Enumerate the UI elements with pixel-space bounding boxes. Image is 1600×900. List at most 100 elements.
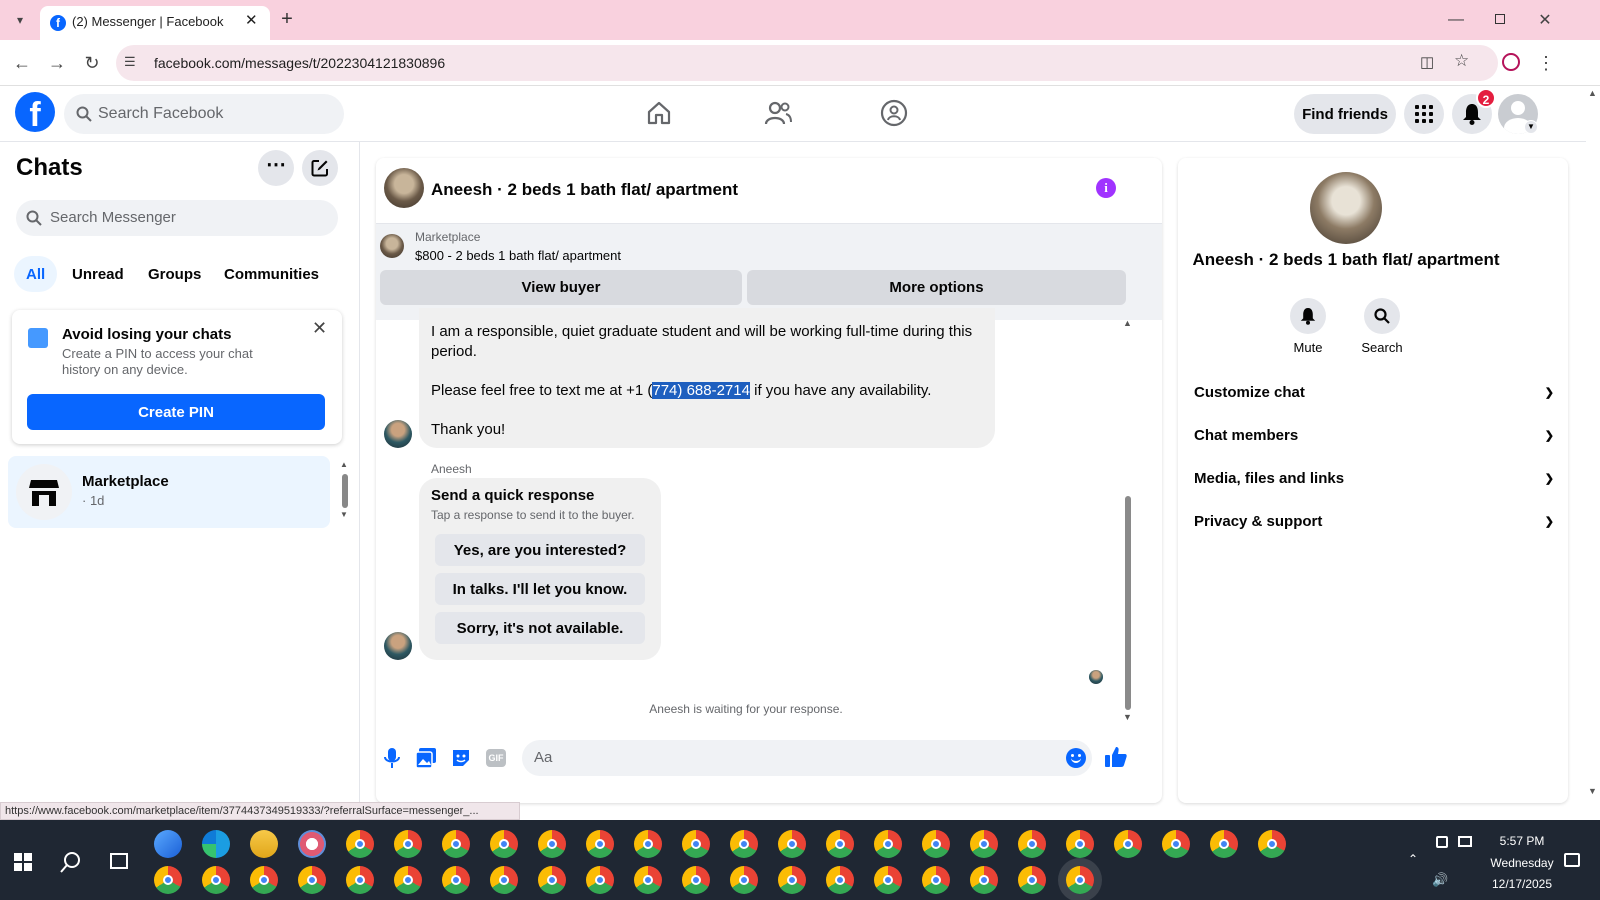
- reload-icon[interactable]: ↻: [80, 51, 104, 75]
- conversation-title[interactable]: Aneesh · 2 beds 1 bath flat/ apartment: [431, 180, 738, 200]
- emoji-icon[interactable]: [1066, 748, 1086, 768]
- chrome-icon[interactable]: [682, 830, 710, 858]
- meet-now-icon[interactable]: [1436, 836, 1448, 848]
- filter-all[interactable]: All: [14, 256, 58, 292]
- chrome-icon[interactable]: [826, 866, 854, 894]
- messenger-search-input[interactable]: Search Messenger: [16, 200, 338, 236]
- install-app-icon[interactable]: ◫: [1420, 53, 1434, 71]
- media-files-links-section[interactable]: Media, files and links ❯: [1194, 458, 1554, 498]
- mute-action[interactable]: Mute: [1286, 298, 1330, 358]
- chrome-icon[interactable]: [586, 866, 614, 894]
- chrome-icon[interactable]: [874, 830, 902, 858]
- chrome-icon[interactable]: [1114, 830, 1142, 858]
- chat-options-button[interactable]: ⋯: [258, 150, 294, 186]
- new-tab-icon[interactable]: +: [276, 8, 298, 30]
- filter-groups[interactable]: Groups: [136, 256, 213, 292]
- chrome-icon[interactable]: [634, 866, 662, 894]
- edge-icon[interactable]: [202, 830, 230, 858]
- microphone-icon[interactable]: [384, 748, 400, 768]
- chat-members-section[interactable]: Chat members ❯: [1194, 415, 1554, 455]
- volume-icon[interactable]: 🔊: [1432, 872, 1448, 888]
- mute-button[interactable]: [1290, 298, 1326, 334]
- search-action[interactable]: Search: [1356, 298, 1408, 358]
- notifications-button[interactable]: 2: [1452, 88, 1496, 134]
- chrome-icon[interactable]: [1018, 830, 1046, 858]
- clock-date[interactable]: 12/17/2025: [1482, 877, 1562, 891]
- task-view-icon[interactable]: [110, 853, 128, 869]
- chrome-icon[interactable]: [1162, 830, 1190, 858]
- minimize-icon[interactable]: —: [1444, 8, 1468, 32]
- windows-start-icon[interactable]: [14, 853, 32, 871]
- chrome-icon[interactable]: [778, 830, 806, 858]
- more-options-button[interactable]: More options: [747, 270, 1126, 305]
- listing-profile-photo[interactable]: [1310, 172, 1382, 244]
- close-window-icon[interactable]: ✕: [1533, 8, 1557, 32]
- chrome-icon[interactable]: [298, 866, 326, 894]
- chrome-icon[interactable]: [778, 866, 806, 894]
- taskbar-search-icon[interactable]: [60, 851, 82, 873]
- sticker-icon[interactable]: [451, 748, 471, 768]
- listing-text[interactable]: $800 - 2 beds 1 bath flat/ apartment: [415, 248, 621, 263]
- chrome-icon[interactable]: [442, 830, 470, 858]
- chrome-icon[interactable]: [394, 830, 422, 858]
- bookmark-star-icon[interactable]: ☆: [1454, 51, 1469, 71]
- file-explorer-icon[interactable]: [250, 830, 278, 858]
- pc-app-icon[interactable]: [154, 830, 182, 858]
- thumbs-up-icon[interactable]: [1105, 746, 1127, 768]
- chrome-icon[interactable]: [1066, 866, 1094, 894]
- sender-avatar[interactable]: [384, 420, 412, 448]
- chrome-icon[interactable]: [730, 830, 758, 858]
- scroll-down-icon[interactable]: ▼: [1123, 712, 1132, 722]
- chrome-icon[interactable]: [1066, 830, 1094, 858]
- home-icon[interactable]: [646, 100, 672, 126]
- quick-reply-in-talks[interactable]: In talks. I'll let you know.: [435, 573, 645, 605]
- chrome-icon[interactable]: [538, 866, 566, 894]
- restore-icon[interactable]: [1495, 14, 1505, 24]
- privacy-support-section[interactable]: Privacy & support ❯: [1194, 501, 1554, 541]
- chrome-icon[interactable]: [874, 866, 902, 894]
- scroll-down-icon[interactable]: ▼: [1588, 786, 1597, 796]
- forward-icon[interactable]: →: [45, 51, 69, 75]
- chrome-icon[interactable]: [970, 866, 998, 894]
- chrome-icon[interactable]: [1258, 830, 1286, 858]
- message-bubble[interactable]: I am a responsible, quiet graduate stude…: [419, 308, 995, 448]
- scroll-thumb[interactable]: [1125, 496, 1131, 710]
- friends-icon[interactable]: [764, 100, 792, 126]
- chrome-icon[interactable]: [970, 830, 998, 858]
- chrome-icon[interactable]: [250, 866, 278, 894]
- chrome-icon[interactable]: [1210, 830, 1238, 858]
- find-friends-button[interactable]: Find friends: [1294, 94, 1396, 134]
- message-input[interactable]: Aa: [522, 740, 1092, 776]
- chrome-icon[interactable]: [154, 866, 182, 894]
- photo-icon[interactable]: [416, 748, 436, 768]
- scroll-up-icon[interactable]: ▲: [1588, 88, 1597, 98]
- scroll-down-icon[interactable]: ▼: [340, 510, 348, 519]
- page-scrollbar[interactable]: ▲ ▼: [1586, 86, 1600, 802]
- chrome-icon[interactable]: [490, 830, 518, 858]
- chrome-icon[interactable]: [1018, 866, 1046, 894]
- search-button[interactable]: [1364, 298, 1400, 334]
- chat-list-item[interactable]: Marketplace · 1d: [8, 456, 330, 528]
- site-info-icon[interactable]: ☰: [124, 54, 136, 70]
- quick-reply-not-available[interactable]: Sorry, it's not available.: [435, 612, 645, 644]
- new-message-button[interactable]: [302, 150, 338, 186]
- facebook-logo-icon[interactable]: f: [15, 92, 55, 132]
- gif-icon[interactable]: GIF: [486, 749, 506, 767]
- listing-avatar[interactable]: [384, 168, 424, 208]
- back-icon[interactable]: ←: [10, 51, 34, 75]
- customize-chat-section[interactable]: Customize chat ❯: [1194, 372, 1554, 412]
- chrome-icon[interactable]: [634, 830, 662, 858]
- sidebar-scrollbar[interactable]: ▲ ▼: [340, 460, 350, 522]
- network-icon[interactable]: [1458, 836, 1472, 847]
- clock-day[interactable]: Wednesday: [1482, 856, 1562, 870]
- view-buyer-button[interactable]: View buyer: [380, 270, 742, 305]
- scroll-thumb[interactable]: [342, 474, 348, 508]
- groups-icon[interactable]: [880, 99, 908, 127]
- chrome-icon[interactable]: [826, 830, 854, 858]
- paint-app-icon[interactable]: [298, 830, 326, 858]
- filter-communities[interactable]: Communities: [212, 256, 331, 292]
- close-icon[interactable]: ✕: [312, 318, 327, 339]
- scroll-up-icon[interactable]: ▲: [1123, 318, 1132, 328]
- facebook-search-input[interactable]: Search Facebook: [64, 94, 344, 134]
- chrome-icon[interactable]: [346, 866, 374, 894]
